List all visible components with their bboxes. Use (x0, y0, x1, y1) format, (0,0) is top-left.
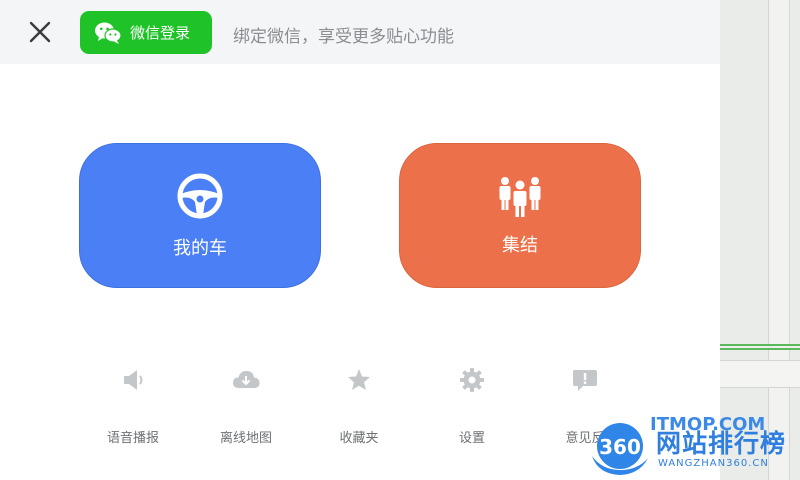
gather-card[interactable]: 集结 (399, 143, 641, 288)
gather-label: 集结 (502, 234, 538, 256)
my-car-label: 我的车 (173, 237, 227, 259)
speaker-icon (124, 370, 143, 390)
menu-item-voice-broadcast[interactable]: 语音播报 (88, 360, 178, 450)
menu-label: 收藏夹 (339, 431, 379, 446)
map-road (720, 360, 800, 388)
feedback-icon (573, 370, 597, 391)
watermark-overlay-text: ITMOP.COM (650, 414, 766, 435)
header-bar: 微信登录 绑定微信，享受更多贴心功能 (0, 0, 720, 64)
menu-label: 语音播报 (106, 431, 159, 446)
logo-text: 360 (599, 435, 641, 459)
watermark-sub: WANGZHAN360.CN (658, 458, 769, 469)
menu-label: 离线地图 (219, 431, 272, 446)
menu-item-favorites[interactable]: 收藏夹 (314, 360, 404, 450)
close-button[interactable] (24, 16, 56, 48)
map-route-line (720, 344, 800, 350)
close-icon (29, 21, 51, 43)
menu-item-settings[interactable]: 设置 (427, 360, 517, 450)
menu-item-offline-map[interactable]: 离线地图 (201, 360, 291, 450)
gear-icon (460, 368, 484, 392)
wechat-login-label: 微信登录 (130, 24, 191, 42)
360-logo-icon: 360 (592, 423, 648, 475)
menu-label: 设置 (458, 431, 485, 446)
map-road (768, 0, 790, 480)
wechat-bind-hint: 绑定微信，享受更多贴心功能 (233, 27, 454, 47)
wechat-icon (95, 22, 122, 44)
my-car-card[interactable]: 我的车 (79, 143, 321, 288)
star-icon (348, 369, 370, 390)
group-people-icon (499, 176, 541, 217)
steering-wheel-icon (177, 173, 223, 218)
cloud-download-icon (233, 371, 260, 388)
wechat-login-button[interactable]: 微信登录 (80, 11, 212, 54)
map-view[interactable] (720, 0, 800, 480)
side-menu-panel: 微信登录 绑定微信，享受更多贴心功能 我的车 集结 语音播报 离线地图 收藏夹 … (0, 0, 720, 480)
